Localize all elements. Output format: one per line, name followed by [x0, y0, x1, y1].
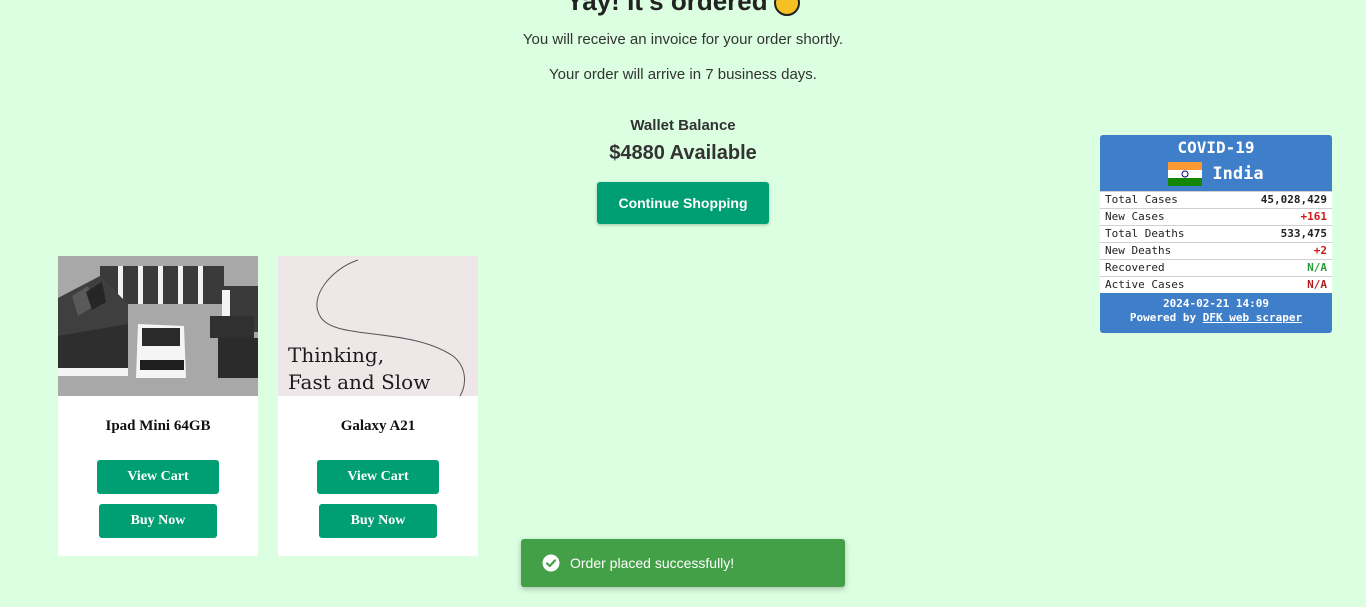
india-flag-icon	[1168, 162, 1203, 186]
toast-message: Order placed successfully!	[570, 555, 735, 571]
wallet-balance-label: Wallet Balance	[630, 117, 736, 134]
covid-row-new-cases: New Cases +161	[1100, 208, 1332, 225]
check-circle-icon	[542, 554, 560, 572]
buy-now-button[interactable]: Buy Now	[319, 504, 437, 538]
covid-widget-title: COVID-19	[1177, 138, 1255, 157]
invoice-message: You will receive an invoice for your ord…	[522, 31, 844, 48]
covid-timestamp: 2024-02-21 14:09	[1163, 297, 1269, 310]
product-card: Thinking, Fast and Slow Galaxy A21 View …	[278, 256, 478, 556]
view-cart-button[interactable]: View Cart	[317, 460, 439, 494]
covid-row-new-deaths: New Deaths +2	[1100, 242, 1332, 259]
covid-row-recovered: Recovered N/A	[1100, 259, 1332, 276]
dfk-web-scraper-link[interactable]: DFK web scraper	[1203, 311, 1302, 324]
continue-shopping-button[interactable]: Continue Shopping	[597, 182, 769, 224]
book-cover-title: Thinking, Fast and Slow	[288, 343, 431, 394]
page-title: Yay! It's ordered	[0, 0, 1366, 17]
buy-now-button[interactable]: Buy Now	[99, 504, 217, 538]
covid-row-total-deaths: Total Deaths 533,475	[1100, 225, 1332, 242]
product-name: Galaxy A21	[340, 418, 416, 434]
view-cart-button[interactable]: View Cart	[97, 460, 219, 494]
covid-country-name: India	[1212, 164, 1264, 184]
covid-footer: 2024-02-21 14:09 Powered by DFK web scra…	[1100, 297, 1332, 325]
smiley-emoji-icon	[773, 0, 800, 17]
sofa-illustration	[58, 256, 258, 396]
covid-country: India	[1100, 161, 1332, 187]
product-name: Ipad Mini 64GB	[105, 418, 211, 434]
covid-row-active-cases: Active Cases N/A	[1100, 276, 1332, 293]
product-card: Ipad Mini 64GB View Cart Buy Now	[58, 256, 258, 556]
covid-widget: COVID-19 India Total Cases 45,028,429 Ne…	[1100, 135, 1332, 333]
covid-stats-table: Total Cases 45,028,429 New Cases +161 To…	[1100, 191, 1332, 293]
order-confirmation-page: Yay! It's ordered You will receive an in…	[0, 0, 1366, 607]
arrival-message: Your order will arrive in 7 business day…	[549, 66, 817, 83]
book-cover-image[interactable]: Thinking, Fast and Slow	[278, 256, 478, 396]
success-toast[interactable]: Order placed successfully!	[521, 539, 845, 587]
covid-powered-by: Powered by DFK web scraper	[1129, 311, 1303, 324]
sofa-set-image[interactable]	[58, 256, 258, 396]
covid-row-total-cases: Total Cases 45,028,429	[1100, 191, 1332, 208]
